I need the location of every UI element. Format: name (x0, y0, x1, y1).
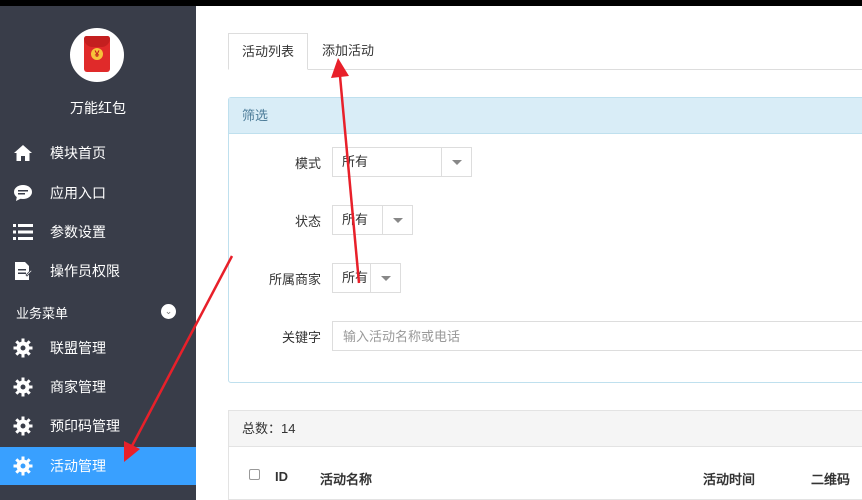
filter-panel-title: 筛选 (229, 98, 862, 134)
sidebar-item-label: 应用入口 (50, 185, 106, 201)
mode-select-value: 所有 (342, 154, 369, 169)
chevron-down-icon[interactable]: ⌄ (161, 304, 176, 319)
activity-table: 总数：14 ID 活动名称 活动时间 二维码 (228, 410, 862, 500)
gear-icon (12, 455, 34, 477)
tab-activity-list[interactable]: 活动列表 (228, 33, 309, 70)
sidebar-item-label: 联盟管理 (50, 340, 106, 356)
mode-select[interactable]: 所有 (332, 147, 472, 177)
section-label: 业务菜单 (16, 306, 69, 321)
sidebar-item-label: 商家管理 (50, 379, 106, 395)
sidebar-item-home[interactable]: 模块首页 (0, 134, 196, 172)
chevron-down-icon[interactable] (370, 264, 400, 292)
column-header-time[interactable]: 活动时间 (703, 469, 755, 488)
gear-icon (12, 337, 34, 359)
status-select[interactable]: 所有 (332, 205, 413, 235)
sidebar-item-alliance[interactable]: 联盟管理 (0, 329, 196, 367)
sidebar-item-preprint-code[interactable]: 预印码管理 (0, 407, 196, 445)
sidebar-item-label: 操作员权限 (50, 263, 120, 279)
list-icon (12, 221, 34, 243)
main-content: 活动列表 添加活动 筛选 模式 所有 状态 所有 所属商家 所有 关键字 总数：… (196, 6, 862, 500)
mode-label: 模式 (294, 156, 321, 171)
red-envelope-icon: ¥ (70, 28, 124, 82)
keyword-input[interactable] (332, 321, 862, 351)
sidebar-item-label: 模块首页 (50, 145, 106, 161)
status-label: 状态 (294, 214, 321, 229)
chat-icon (12, 182, 34, 204)
sidebar-item-entry[interactable]: 应用入口 (0, 174, 196, 212)
select-all-checkbox[interactable] (249, 469, 260, 480)
filter-panel: 筛选 模式 所有 状态 所有 所属商家 所有 关键字 (228, 97, 862, 383)
column-header-name[interactable]: 活动名称 (320, 469, 372, 488)
sidebar-item-activities[interactable]: 活动管理 (0, 447, 196, 485)
column-header-qrcode[interactable]: 二维码 (811, 469, 850, 488)
chevron-down-icon[interactable] (382, 206, 412, 234)
gear-icon (12, 415, 34, 437)
status-select-value: 所有 (342, 212, 369, 227)
sidebar-item-label: 活动管理 (50, 458, 106, 474)
keyword-label: 关键字 (281, 330, 321, 345)
sidebar-item-label: 参数设置 (50, 224, 106, 240)
total-count: 总数：14 (229, 411, 862, 447)
tab-bar: 活动列表 添加活动 (228, 33, 862, 70)
chevron-down-icon[interactable] (441, 148, 471, 176)
tab-add-activity[interactable]: 添加活动 (309, 33, 387, 70)
sidebar-item-label: 预印码管理 (50, 418, 120, 434)
sidebar: ¥ 万能红包 模块首页 应用入口 参数设置 操作员权限 业务菜单 ⌄ 联盟管理 (0, 6, 196, 500)
document-edit-icon (12, 260, 34, 282)
merchant-label: 所属商家 (268, 272, 321, 287)
gear-icon (12, 376, 34, 398)
merchant-select[interactable]: 所有 (332, 263, 401, 293)
merchant-select-value: 所有 (342, 270, 369, 285)
column-header-id[interactable]: ID (275, 469, 288, 484)
home-icon (12, 142, 34, 164)
sidebar-item-settings[interactable]: 参数设置 (0, 213, 196, 251)
app-name: 万能红包 (70, 100, 126, 116)
sidebar-item-permissions[interactable]: 操作员权限 (0, 252, 196, 290)
sidebar-item-merchant[interactable]: 商家管理 (0, 368, 196, 406)
